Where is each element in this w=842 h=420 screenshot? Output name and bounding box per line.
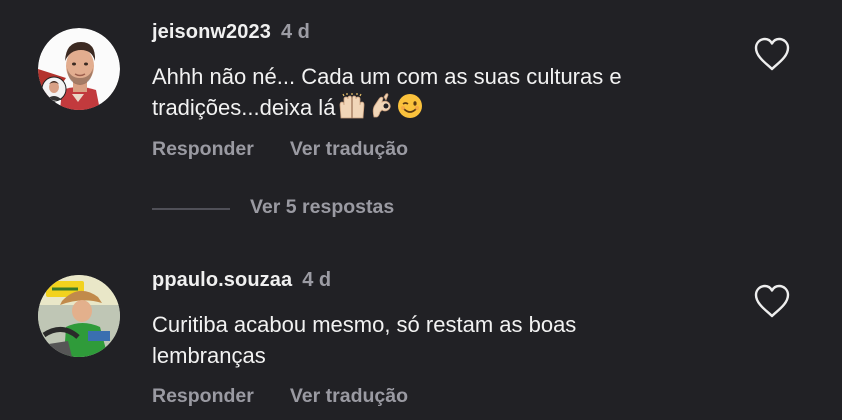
- heart-outline-icon: [754, 284, 790, 318]
- avatar[interactable]: [38, 28, 120, 110]
- comment-actions: Responder Ver tradução: [152, 385, 408, 408]
- avatar-image: [38, 28, 120, 110]
- view-replies-button[interactable]: Ver 5 respostas: [250, 196, 394, 219]
- avatar-image: [38, 275, 120, 357]
- comment-actions: Responder Ver tradução: [152, 138, 408, 161]
- comment-text: Curitiba acabou mesmo, só restam as boas…: [152, 309, 732, 371]
- comment-text-line: tradições...deixa lá: [152, 95, 336, 120]
- avatar[interactable]: [38, 275, 120, 357]
- comment-meta: ppaulo.souzaa 4 d: [152, 269, 331, 292]
- see-translation-button[interactable]: Ver tradução: [290, 138, 408, 160]
- reply-button[interactable]: Responder: [152, 138, 254, 160]
- comment-meta: jeisonw2023 4 d: [152, 21, 310, 44]
- reply-button[interactable]: Responder: [152, 385, 254, 407]
- comment-age: 4 d: [280, 21, 310, 43]
- raising-hands-emoji-icon: [337, 93, 367, 127]
- like-button[interactable]: [753, 283, 791, 319]
- comment-age: 4 d: [302, 269, 332, 291]
- comment-text-line: lembranças: [152, 343, 266, 368]
- see-translation-button[interactable]: Ver tradução: [290, 385, 408, 407]
- username[interactable]: jeisonw2023: [152, 21, 271, 43]
- like-button[interactable]: [753, 36, 791, 72]
- username[interactable]: ppaulo.souzaa: [152, 269, 292, 291]
- comment-text-line: Curitiba acabou mesmo, só restam as boas: [152, 312, 577, 337]
- ok-hand-emoji-icon: [369, 93, 395, 127]
- comment-text-line: Ahhh não né... Cada um com as suas cultu…: [152, 64, 622, 89]
- heart-outline-icon: [754, 37, 790, 71]
- comment-text-line-with-emoji: tradições...deixa lá: [152, 92, 732, 127]
- winking-face-emoji-icon: [397, 93, 423, 127]
- replies-divider: [152, 208, 230, 210]
- comment-text: Ahhh não né... Cada um com as suas cultu…: [152, 61, 732, 127]
